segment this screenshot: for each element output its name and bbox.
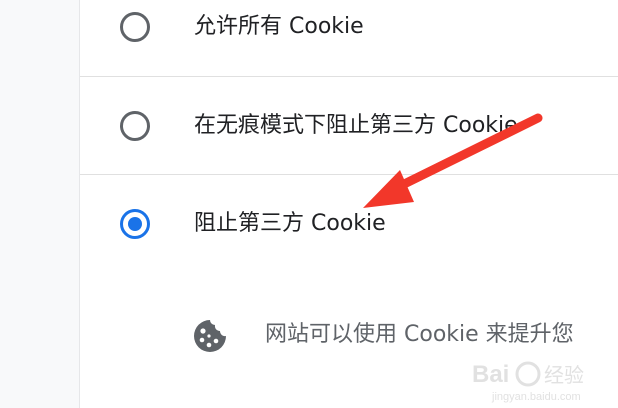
option-label: 允许所有 Cookie [194,14,364,39]
radio-dot [128,217,142,231]
option-label: 阻止第三方 Cookie [194,211,386,236]
baidu-jingyan-watermark: Bai 经验 jingyan.baidu.com [472,361,584,403]
cookie-icon [194,320,226,352]
svg-text:jingyan.baidu.com: jingyan.baidu.com [491,391,581,403]
option-label: 在无痕模式下阻止第三方 Cookie [194,113,518,138]
radio-button-checked[interactable] [120,209,150,239]
option-block-third-party[interactable]: 阻止第三方 Cookie [80,174,618,272]
radio-button-unchecked[interactable] [120,12,150,42]
radio-button-unchecked[interactable] [120,111,150,141]
svg-text:经验: 经验 [544,363,584,387]
cookie-settings-page: 允许所有 Cookie 在无痕模式下阻止第三方 Cookie 阻止第三方 Coo… [0,0,618,408]
cookie-info-text: 网站可以使用 Cookie 来提升您 [265,322,574,347]
option-block-third-party-incognito[interactable]: 在无痕模式下阻止第三方 Cookie [80,76,618,174]
option-allow-all-cookies[interactable]: 允许所有 Cookie [80,0,618,76]
left-gutter [0,0,80,408]
svg-text:Bai: Bai [472,361,509,388]
